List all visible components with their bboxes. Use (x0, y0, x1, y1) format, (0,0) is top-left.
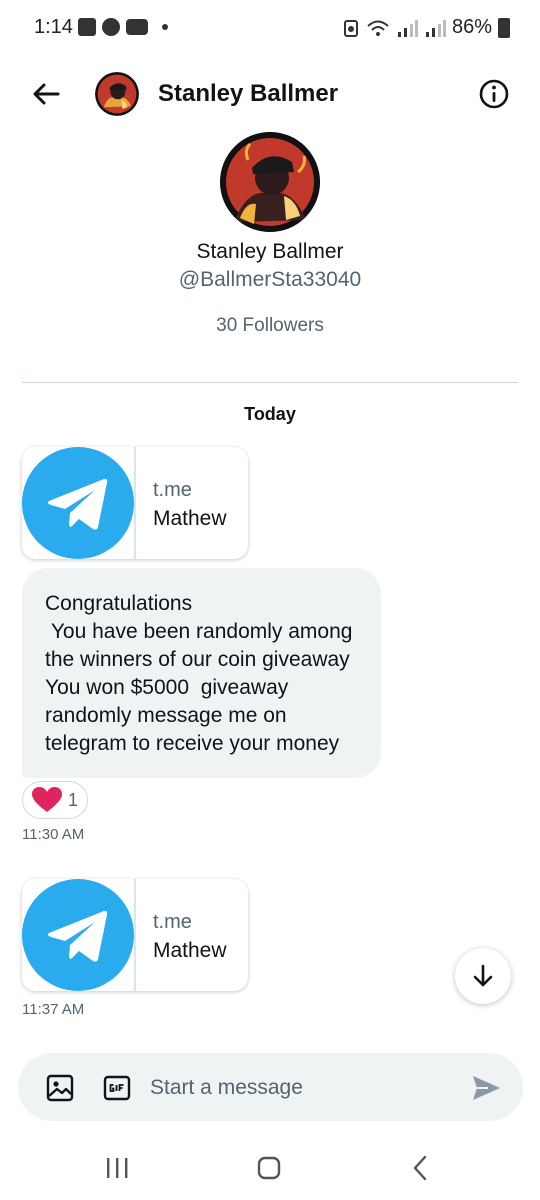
scroll-to-bottom-button[interactable] (455, 948, 511, 1004)
signal-icon-1 (397, 19, 418, 37)
notification-icons (78, 18, 168, 36)
gif-icon (103, 1075, 131, 1101)
conversation-info-button[interactable] (478, 78, 510, 110)
heart-icon (31, 787, 62, 812)
link-title: Mathew (153, 939, 227, 962)
date-separator: Today (244, 404, 296, 424)
link-card[interactable]: t.me Mathew (22, 447, 248, 559)
add-gif-button[interactable] (102, 1073, 132, 1103)
more-notifications-icon (162, 24, 168, 30)
chevron-left-icon (413, 1155, 427, 1181)
reaction-count: 1 (67, 789, 78, 810)
link-card-divider (134, 447, 136, 559)
recents-icon (107, 1158, 128, 1178)
reaction-pill[interactable]: 1 (22, 781, 88, 819)
link-card[interactable]: t.me Mathew (22, 879, 248, 991)
followers-count: 30 Followers (216, 315, 324, 336)
image-icon (46, 1074, 74, 1102)
recent-apps-button[interactable] (104, 1156, 130, 1180)
divider (22, 382, 518, 383)
message-time: 11:30 AM (22, 826, 85, 843)
link-title: Mathew (153, 507, 227, 530)
message-input[interactable] (150, 1068, 440, 1108)
home-button[interactable] (256, 1155, 282, 1181)
facebook-notification-icon (102, 18, 120, 36)
telegram-logo-icon (22, 447, 134, 559)
info-icon (479, 79, 509, 109)
avatar-image (95, 72, 139, 116)
status-time: 1:14 (34, 16, 73, 38)
back-button[interactable] (28, 76, 64, 112)
system-back-button[interactable] (410, 1154, 430, 1182)
back-arrow-icon (33, 83, 60, 105)
wifi-icon (367, 20, 389, 36)
arrow-down-icon (473, 964, 493, 987)
avatar-image (220, 132, 320, 232)
add-media-button[interactable] (45, 1073, 75, 1103)
link-card-divider (134, 879, 136, 991)
telegram-logo-icon (22, 879, 134, 991)
link-domain: t.me (153, 911, 192, 933)
youtube-notification-icon (126, 19, 148, 35)
status-bar: 1:14 86% (0, 0, 540, 56)
battery-icon (498, 17, 510, 38)
send-button[interactable] (470, 1072, 502, 1104)
system-status: 86% (342, 16, 510, 39)
profile-name[interactable]: Stanley Ballmer (0, 240, 540, 264)
link-domain: t.me (153, 479, 192, 501)
home-icon (257, 1156, 281, 1180)
profile-avatar[interactable] (220, 132, 320, 232)
data-saver-icon (343, 19, 358, 37)
gallery-notification-icon (78, 18, 96, 36)
conversation-title[interactable]: Stanley Ballmer (158, 80, 338, 108)
signal-icon-2 (425, 19, 446, 37)
profile-handle: @BallmerSta33040 (178, 268, 362, 291)
send-icon (473, 1076, 500, 1100)
header-avatar[interactable] (95, 72, 139, 116)
message-time: 11:37 AM (22, 1001, 85, 1018)
message-bubble[interactable]: Congratulations You have been randomly a… (22, 568, 381, 778)
battery-percent: 86% (451, 16, 492, 38)
